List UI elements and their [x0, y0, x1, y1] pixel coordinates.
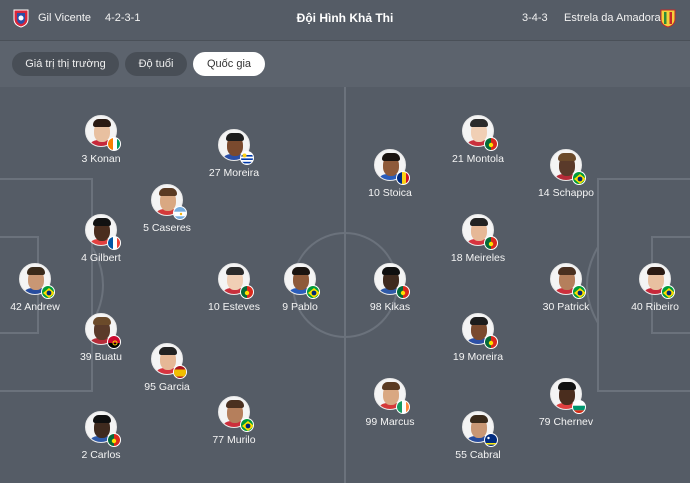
player-name: 95 Garcia	[144, 381, 190, 393]
player-name: 99 Marcus	[365, 416, 415, 428]
player-name: 18 Meireles	[450, 252, 506, 264]
player-name: 19 Moreira	[452, 351, 504, 363]
uruguay-flag-icon	[240, 151, 254, 165]
romania-flag-icon	[396, 171, 410, 185]
ivory-coast-flag-icon	[107, 137, 121, 151]
player-name: 10 Stoica	[368, 187, 412, 199]
player-name: 77 Murilo	[212, 434, 256, 446]
brazil-flag-icon	[41, 285, 55, 299]
curacao-flag-icon	[484, 433, 498, 447]
player-name: 30 Patrick	[542, 301, 590, 313]
home-player[interactable]: 3 Konan	[56, 115, 146, 175]
away-player[interactable]: 19 Moreira	[433, 313, 523, 373]
away-player[interactable]: 10 Stoica	[345, 149, 435, 209]
tab-market-value[interactable]: Giá trị thị trường	[12, 52, 119, 76]
player-name: 9 Pablo	[282, 301, 318, 313]
away-player[interactable]: 18 Meireles	[433, 214, 523, 274]
away-player[interactable]: 40 Ribeiro	[610, 263, 690, 323]
argentina-flag-icon	[173, 206, 187, 220]
player-name: 3 Konan	[81, 153, 121, 165]
player-name: 79 Chernev	[538, 416, 594, 428]
pitch: 3 Konan 27 Moreira 5 Caseres 4 Gilbert 42 An…	[0, 87, 690, 483]
away-player[interactable]: 79 Chernev	[521, 378, 611, 438]
tab-nationality[interactable]: Quốc gia	[193, 52, 265, 76]
portugal-flag-icon	[484, 335, 498, 349]
brazil-flag-icon	[240, 418, 254, 432]
home-player[interactable]: 27 Moreira	[189, 129, 279, 189]
home-player[interactable]: 2 Carlos	[56, 411, 146, 471]
brazil-flag-icon	[572, 171, 586, 185]
portugal-flag-icon	[240, 285, 254, 299]
home-player[interactable]: 95 Garcia	[122, 343, 212, 403]
away-player[interactable]: 99 Marcus	[345, 378, 435, 438]
away-player[interactable]: 14 Schappo	[521, 149, 611, 209]
spain-flag-icon	[173, 365, 187, 379]
tab-age[interactable]: Độ tuổi	[125, 52, 187, 76]
player-name: 2 Carlos	[81, 449, 121, 461]
ireland-flag-icon	[396, 400, 410, 414]
player-name: 40 Ribeiro	[631, 301, 679, 313]
portugal-flag-icon	[484, 137, 498, 151]
brazil-flag-icon	[572, 285, 586, 299]
portugal-flag-icon	[107, 433, 121, 447]
player-name: 14 Schappo	[537, 187, 595, 199]
player-name: 55 Cabral	[455, 449, 501, 461]
estrela-amadora-logo-icon[interactable]	[659, 8, 677, 28]
away-player[interactable]: 21 Montola	[433, 115, 523, 175]
brazil-flag-icon	[306, 285, 320, 299]
player-name: 21 Montola	[452, 153, 504, 165]
bulgaria-flag-icon	[572, 400, 586, 414]
brazil-flag-icon	[661, 285, 675, 299]
away-team-name[interactable]: Estrela da Amadora	[564, 12, 661, 24]
player-name: 27 Moreira	[208, 167, 260, 179]
away-player[interactable]: 98 Kikas	[345, 263, 435, 323]
home-player[interactable]: 77 Murilo	[189, 396, 279, 456]
home-player[interactable]: 9 Pablo	[255, 263, 345, 323]
angola-flag-icon	[107, 335, 121, 349]
player-name: 42 Andrew	[10, 301, 60, 313]
france-flag-icon	[107, 236, 121, 250]
away-player[interactable]: 55 Cabral	[433, 411, 523, 471]
player-name: 98 Kikas	[369, 301, 411, 313]
view-tabs: Giá trị thị trường Độ tuổi Quốc gia	[0, 41, 690, 87]
lineup-header: Gil Vicente 4-2-3-1 Đội Hình Khả Thi 3-4…	[0, 0, 690, 40]
portugal-flag-icon	[484, 236, 498, 250]
away-player[interactable]: 30 Patrick	[521, 263, 611, 323]
away-formation: 3-4-3	[522, 12, 548, 24]
portugal-flag-icon	[396, 285, 410, 299]
